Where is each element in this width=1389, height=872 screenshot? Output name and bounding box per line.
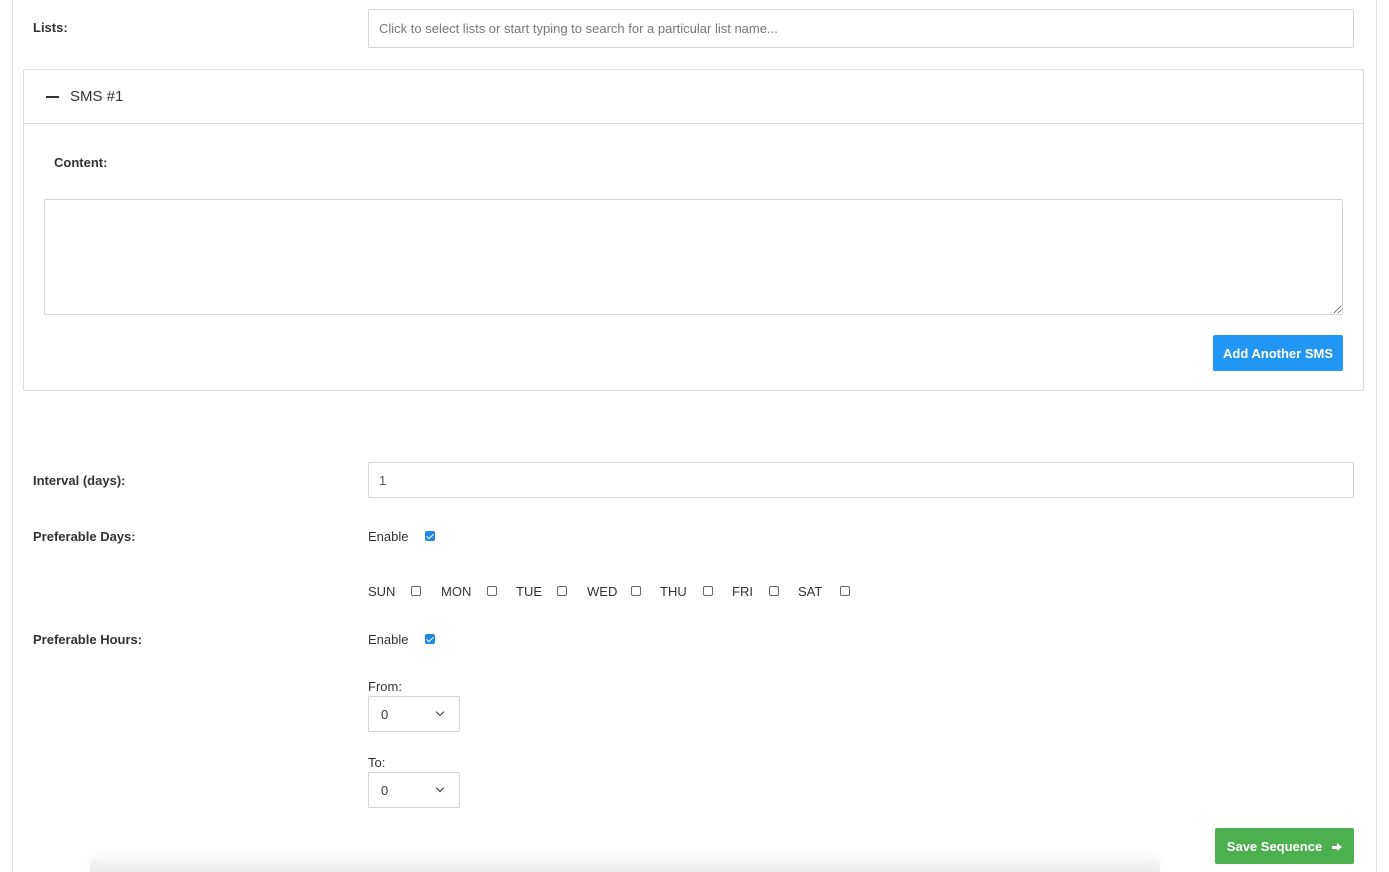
hours-enable-checkbox[interactable]	[425, 634, 435, 644]
interval-input[interactable]	[368, 462, 1354, 498]
sms-panel-title: SMS #1	[70, 88, 124, 105]
preferable-days-label: Preferable Days:	[33, 529, 136, 544]
to-hour-value: 0	[381, 783, 389, 798]
day-checkbox-tue[interactable]	[557, 586, 567, 596]
chevron-down-icon	[435, 783, 445, 793]
sms-panel-header[interactable]: SMS #1	[24, 70, 1363, 124]
chevron-down-icon	[435, 707, 445, 717]
day-label-fri: FRI	[732, 584, 753, 599]
interval-label: Interval (days):	[33, 473, 126, 488]
days-enable-label: Enable	[368, 529, 409, 544]
from-hour-value: 0	[381, 707, 389, 722]
lists-label: Lists:	[33, 20, 68, 35]
day-label-wed: WED	[587, 584, 618, 599]
from-label: From:	[368, 679, 402, 694]
day-label-thu: THU	[660, 584, 687, 599]
day-label-mon: MON	[441, 584, 472, 599]
day-checkbox-thu[interactable]	[703, 586, 713, 596]
day-label-tue: TUE	[516, 584, 542, 599]
day-label-sat: SAT	[798, 584, 823, 599]
content-label: Content:	[54, 155, 108, 170]
save-sequence-label: Save Sequence	[1226, 838, 1323, 854]
hours-enable-label: Enable	[368, 632, 409, 647]
sms-content-textarea[interactable]	[44, 199, 1343, 315]
preferable-hours-label: Preferable Hours:	[33, 632, 143, 647]
from-hour-select[interactable]: 0	[368, 696, 460, 732]
day-checkbox-wed[interactable]	[631, 586, 641, 596]
to-hour-select[interactable]: 0	[368, 772, 460, 808]
day-checkbox-mon[interactable]	[487, 586, 497, 596]
bottom-overlay-shadow	[90, 858, 1160, 872]
arrow-right-icon	[1332, 842, 1343, 852]
add-another-sms-button[interactable]: Add Another SMS	[1213, 335, 1343, 371]
day-checkbox-sun[interactable]	[411, 586, 421, 596]
day-label-sun: SUN	[368, 584, 396, 599]
day-checkbox-fri[interactable]	[769, 586, 779, 596]
minus-icon[interactable]	[46, 96, 59, 98]
lists-search-input[interactable]	[368, 9, 1354, 48]
day-checkbox-sat[interactable]	[840, 586, 850, 596]
to-label: To:	[368, 755, 386, 770]
save-sequence-button[interactable]: Save Sequence	[1215, 828, 1354, 864]
days-enable-checkbox[interactable]	[425, 531, 435, 541]
